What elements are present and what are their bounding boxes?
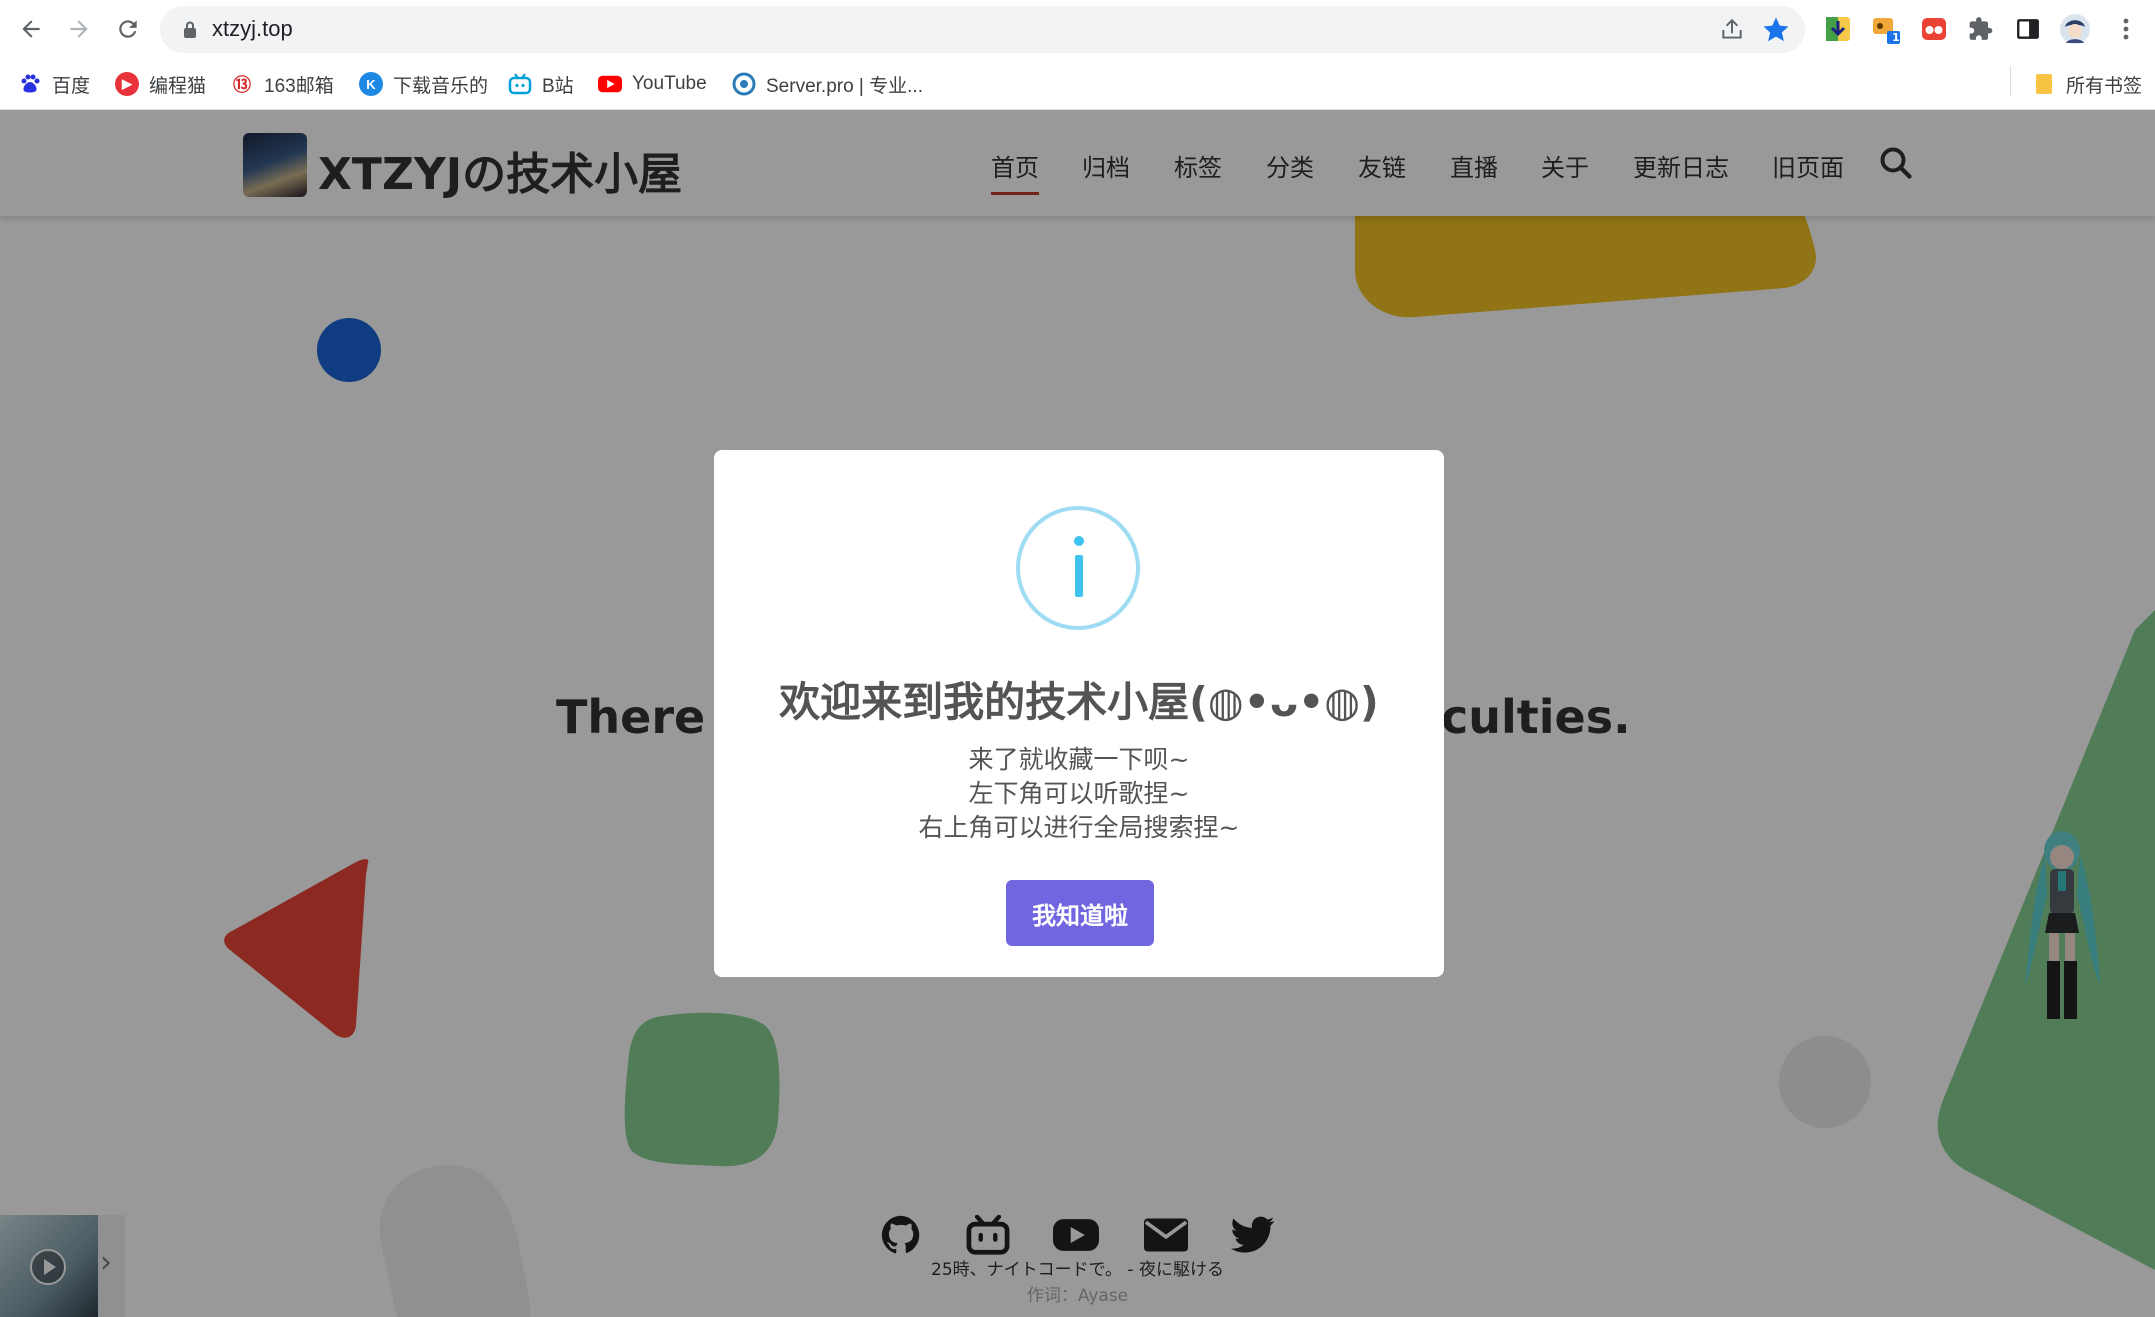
mail163-icon: ⑬ bbox=[233, 75, 251, 95]
welcome-modal: 欢迎来到我的技术小屋(◍•ᴗ•◍) 来了就收藏一下呗~ 左下角可以听歌捏~ 右上… bbox=[714, 450, 1444, 977]
bookmark-label: 编程猫 bbox=[149, 75, 207, 97]
extensions-puzzle-icon[interactable] bbox=[1965, 13, 1997, 45]
modal-line-3: 右上角可以进行全局搜索捏~ bbox=[918, 813, 1240, 842]
all-bookmarks-folder[interactable]: 所有书签 bbox=[2032, 68, 2142, 100]
bookmark-star-icon[interactable] bbox=[1761, 15, 1791, 45]
lock-icon bbox=[184, 21, 196, 38]
bookmark-label: 下载音乐的 bbox=[393, 75, 489, 97]
kuwo-icon: K bbox=[359, 72, 383, 96]
bookmark-youtube[interactable]: YouTube bbox=[598, 68, 707, 100]
profile-avatar-icon[interactable] bbox=[2059, 13, 2091, 45]
baidu-icon bbox=[18, 72, 42, 96]
bookmark-bilibili[interactable]: B站 bbox=[508, 68, 574, 100]
bookmark-codemao[interactable]: ▶ 编程猫 bbox=[115, 68, 206, 100]
address-bar[interactable]: xtzyj.top bbox=[160, 6, 1805, 53]
video-extension-icon[interactable] bbox=[1918, 13, 1950, 45]
forward-button[interactable] bbox=[61, 11, 97, 47]
confirm-button[interactable]: 我知道啦 bbox=[1006, 880, 1154, 946]
browser-toolbar: xtzyj.top 1 bbox=[0, 0, 2155, 58]
extension-badge: 1 bbox=[1892, 31, 1900, 44]
all-bookmarks-label: 所有书签 bbox=[2066, 75, 2143, 97]
url-text[interactable]: xtzyj.top bbox=[212, 16, 293, 42]
bookmark-kuwo[interactable]: K 下载音乐的 bbox=[359, 68, 488, 100]
modal-title: 欢迎来到我的技术小屋(◍•ᴗ•◍) bbox=[779, 678, 1379, 726]
youtube-icon bbox=[598, 72, 622, 96]
reload-button[interactable] bbox=[110, 11, 146, 47]
reload-icon bbox=[119, 20, 137, 38]
bookmark-label: Server.pro | 专业... bbox=[766, 75, 923, 97]
share-icon[interactable] bbox=[1719, 17, 1745, 43]
modal-line-1: 来了就收藏一下呗~ bbox=[968, 745, 1190, 774]
bookmark-163mail[interactable]: ⑬ 163邮箱 bbox=[230, 68, 334, 100]
back-arrow-icon bbox=[22, 20, 40, 38]
side-panel-icon[interactable] bbox=[2012, 13, 2044, 45]
download-extension-icon[interactable] bbox=[1822, 13, 1854, 45]
bookmark-label: YouTube bbox=[632, 73, 707, 94]
bookmark-label: 163邮箱 bbox=[264, 75, 334, 97]
bookmark-label: 百度 bbox=[52, 75, 91, 97]
codemao-icon: ▶ bbox=[115, 72, 139, 96]
tampermonkey-extension-icon[interactable]: 1 bbox=[1870, 13, 1902, 45]
folder-icon bbox=[2032, 72, 2056, 96]
bookmarks-bar: 百度 ▶ 编程猫 ⑬ 163邮箱 K 下载音乐的 B站 YouTube Serv… bbox=[0, 58, 2155, 110]
bilibili-icon bbox=[508, 72, 532, 96]
browser-menu-icon[interactable] bbox=[2110, 13, 2142, 45]
bookmark-serverpro[interactable]: Server.pro | 专业... bbox=[732, 68, 923, 100]
info-icon bbox=[1016, 506, 1140, 630]
serverpro-icon bbox=[732, 72, 756, 96]
bookmarks-divider bbox=[2010, 66, 2011, 96]
forward-arrow-icon bbox=[70, 20, 88, 38]
bookmark-label: B站 bbox=[542, 75, 574, 97]
back-button[interactable] bbox=[13, 11, 49, 47]
modal-line-2: 左下角可以听歌捏~ bbox=[968, 779, 1190, 808]
bookmark-baidu[interactable]: 百度 bbox=[18, 68, 90, 100]
